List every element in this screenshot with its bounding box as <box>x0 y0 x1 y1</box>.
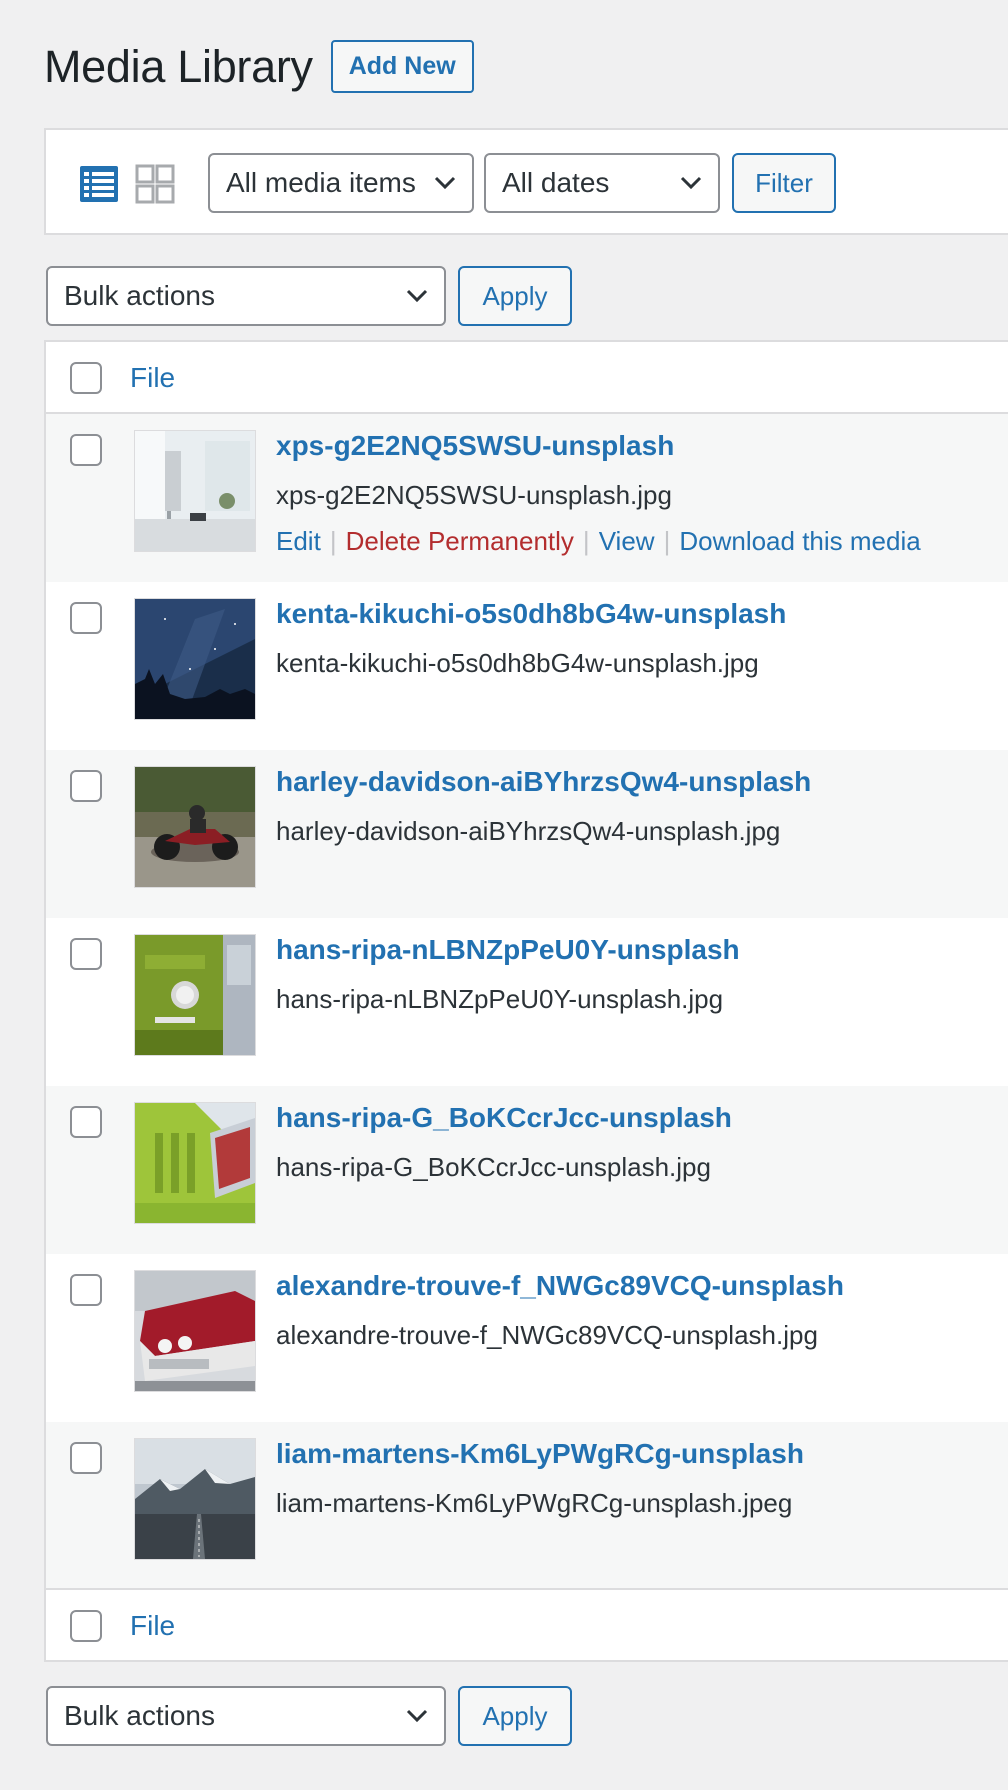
row-checkbox[interactable] <box>70 1274 102 1306</box>
chevron-down-icon <box>406 289 428 303</box>
chevron-down-icon <box>406 1709 428 1723</box>
table-row: harley-davidson-aiBYhrzsQw4-unsplash har… <box>46 750 1008 918</box>
row-checkbox[interactable] <box>70 938 102 970</box>
bulk-actions-value: Bulk actions <box>64 280 215 311</box>
row-checkbox[interactable] <box>70 770 102 802</box>
dates-select[interactable]: All dates <box>484 153 720 213</box>
table-row: liam-martens-Km6LyPWgRCg-unsplash liam-m… <box>46 1422 1008 1590</box>
thumbnail-image[interactable] <box>134 1102 256 1224</box>
thumbnail-image[interactable] <box>134 1270 256 1392</box>
media-title-link[interactable]: harley-davidson-aiBYhrzsQw4-unsplash <box>276 766 811 798</box>
row-checkbox[interactable] <box>70 1106 102 1138</box>
delete-permanently-link[interactable]: Delete Permanently <box>346 526 574 557</box>
media-filename: hans-ripa-nLBNZpPeU0Y-unsplash.jpg <box>276 984 724 1014</box>
list-view-icon[interactable] <box>79 164 119 204</box>
media-title-link[interactable]: liam-martens-Km6LyPWgRCg-unsplash <box>276 1438 804 1470</box>
table-body: xps-g2E2NQ5SWSU-unsplash xps-g2E2NQ5SWSU… <box>46 414 1008 1590</box>
media-filename: hans-ripa-G_BoKCcrJcc-unsplash.jpg <box>276 1152 711 1182</box>
download-link[interactable]: Download this media <box>679 526 920 557</box>
table-row: hans-ripa-nLBNZpPeU0Y-unsplash hans-ripa… <box>46 918 1008 1086</box>
table-row: kenta-kikuchi-o5s0dh8bG4w-unsplash kenta… <box>46 582 1008 750</box>
table-row: alexandre-trouve-f_NWGc89VCQ-unsplash al… <box>46 1254 1008 1422</box>
thumbnail-image[interactable] <box>134 598 256 720</box>
row-checkbox[interactable] <box>70 602 102 634</box>
media-filename: kenta-kikuchi-o5s0dh8bG4w-unsplash.jpg <box>276 648 759 678</box>
separator: | <box>329 526 337 556</box>
separator: | <box>663 526 671 556</box>
edit-link[interactable]: Edit <box>276 526 321 557</box>
view-link[interactable]: View <box>599 526 655 557</box>
thumbnail-image[interactable] <box>134 934 256 1056</box>
dates-value: All dates <box>502 167 610 198</box>
page-header: Media Library Add New <box>44 40 474 93</box>
bulk-actions-value: Bulk actions <box>64 1700 215 1731</box>
column-file-sort-link[interactable]: File <box>130 362 175 394</box>
select-all-checkbox-footer[interactable] <box>70 1610 102 1642</box>
media-title-link[interactable]: hans-ripa-G_BoKCcrJcc-unsplash <box>276 1102 732 1134</box>
table-row: xps-g2E2NQ5SWSU-unsplash xps-g2E2NQ5SWSU… <box>46 414 1008 582</box>
bulk-actions-select-top[interactable]: Bulk actions <box>46 266 446 326</box>
media-filename: harley-davidson-aiBYhrzsQw4-unsplash.jpg <box>276 816 781 846</box>
media-filename: liam-martens-Km6LyPWgRCg-unsplash.jpeg <box>276 1488 793 1518</box>
media-title-link[interactable]: hans-ripa-nLBNZpPeU0Y-unsplash <box>276 934 740 966</box>
filter-button[interactable]: Filter <box>732 153 836 213</box>
thumbnail-image[interactable] <box>134 430 256 552</box>
select-all-checkbox[interactable] <box>70 362 102 394</box>
thumbnail-image[interactable] <box>134 1438 256 1560</box>
page-title: Media Library <box>44 40 313 92</box>
bulk-actions-select-bottom[interactable]: Bulk actions <box>46 1686 446 1746</box>
media-filter-bar: All media items All dates Filter <box>44 128 1008 235</box>
media-filename: xps-g2E2NQ5SWSU-unsplash.jpg <box>276 480 672 510</box>
media-type-value: All media items <box>226 167 416 198</box>
grid-view-icon[interactable] <box>135 164 175 204</box>
add-new-button[interactable]: Add New <box>330 40 474 93</box>
separator: | <box>582 526 590 556</box>
table-footer: File <box>46 1588 1008 1660</box>
media-title-link[interactable]: xps-g2E2NQ5SWSU-unsplash <box>276 430 674 462</box>
apply-button-bottom[interactable]: Apply <box>458 1686 572 1746</box>
media-filename: alexandre-trouve-f_NWGc89VCQ-unsplash.jp… <box>276 1320 818 1350</box>
media-title-link[interactable]: kenta-kikuchi-o5s0dh8bG4w-unsplash <box>276 598 786 630</box>
thumbnail-image[interactable] <box>134 766 256 888</box>
row-checkbox[interactable] <box>70 1442 102 1474</box>
media-title-link[interactable]: alexandre-trouve-f_NWGc89VCQ-unsplash <box>276 1270 844 1302</box>
table-header: File <box>46 342 1008 414</box>
media-table: File xps-g2E2NQ5SWSU-unsplash xps-g2E2NQ… <box>44 340 1008 1662</box>
media-type-select[interactable]: All media items <box>208 153 474 213</box>
chevron-down-icon <box>680 176 702 190</box>
row-checkbox[interactable] <box>70 434 102 466</box>
row-actions: Edit | Delete Permanently | View | Downl… <box>276 526 921 557</box>
table-row: hans-ripa-G_BoKCcrJcc-unsplash hans-ripa… <box>46 1086 1008 1254</box>
apply-button-top[interactable]: Apply <box>458 266 572 326</box>
chevron-down-icon <box>434 176 456 190</box>
column-file-sort-link-footer[interactable]: File <box>130 1610 175 1642</box>
